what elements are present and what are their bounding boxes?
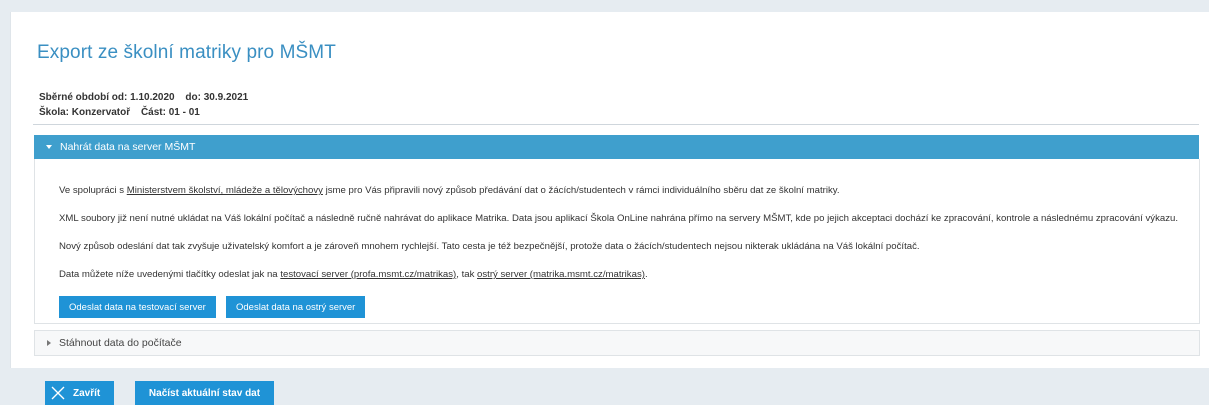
divider	[33, 124, 1199, 125]
paragraph-4-middle: , tak	[456, 269, 478, 280]
close-label: Zavřít	[73, 387, 101, 399]
close-button[interactable]: Zavřít	[45, 381, 114, 405]
paragraph-4-text: Data můžete níže uvedenými tlačítky odes…	[59, 269, 281, 280]
period-from: 1.10.2020	[130, 92, 175, 103]
caret-right-icon	[47, 340, 51, 346]
paragraph-1-text: Ve spolupráci s	[59, 185, 127, 196]
part-value: 01 - 01	[168, 107, 200, 118]
paragraph-4: Data můžete níže uvedenými tlačítky odes…	[59, 269, 648, 280]
school-value: Konzervatoř	[71, 107, 131, 118]
period-info: Sběrné období od: 1.10.2020 do: 30.9.202…	[39, 90, 248, 120]
send-prod-server-button[interactable]: Odeslat data na ostrý server	[226, 296, 366, 318]
paragraph-1: Ve spolupráci s Ministerstvem školství, …	[59, 185, 840, 196]
msmt-link[interactable]: Ministerstvem školství, mládeže a tělový…	[127, 185, 323, 196]
period-row: Sběrné období od: 1.10.2020 do: 30.9.202…	[39, 90, 248, 105]
period-label: Sběrné období od:	[39, 92, 128, 103]
prod-server-link[interactable]: ostrý server (matrika.msmt.cz/matrikas)	[477, 269, 645, 280]
paragraph-3: Nový způsob odeslání dat tak zvyšuje uži…	[59, 241, 920, 252]
part-label: Část:	[140, 107, 166, 118]
paragraph-2: XML soubory již není nutné ukládat na Vá…	[59, 213, 1179, 224]
paragraph-1-text-end: jsme pro Vás připravili nový způsob před…	[322, 185, 840, 196]
school-row: Škola: Konzervatoř Část: 01 - 01	[39, 105, 248, 120]
period-to: 30.9.2021	[203, 92, 249, 103]
period-to-label: do:	[185, 92, 201, 103]
accordion-upload-header[interactable]: Nahrát data na server MŠMT	[34, 135, 1199, 159]
paragraph-4-end: .	[644, 269, 648, 280]
accordion-upload-body: Ve spolupráci s Ministerstvem školství, …	[34, 159, 1200, 324]
close-icon	[51, 386, 65, 400]
load-current-data-button[interactable]: Načíst aktuální stav dat	[135, 381, 274, 405]
accordion-download-title: Stáhnout data do počítače	[59, 337, 182, 349]
test-server-link[interactable]: testovací server (profa.msmt.cz/matrikas…	[280, 269, 456, 280]
school-label: Škola:	[39, 107, 70, 118]
send-test-server-button[interactable]: Odeslat data na testovací server	[59, 296, 216, 318]
accordion-download-header[interactable]: Stáhnout data do počítače	[34, 330, 1200, 356]
accordion-upload-title: Nahrát data na server MŠMT	[60, 141, 196, 153]
caret-down-icon	[46, 145, 52, 149]
page-title: Export ze školní matriky pro MŠMT	[37, 42, 336, 63]
